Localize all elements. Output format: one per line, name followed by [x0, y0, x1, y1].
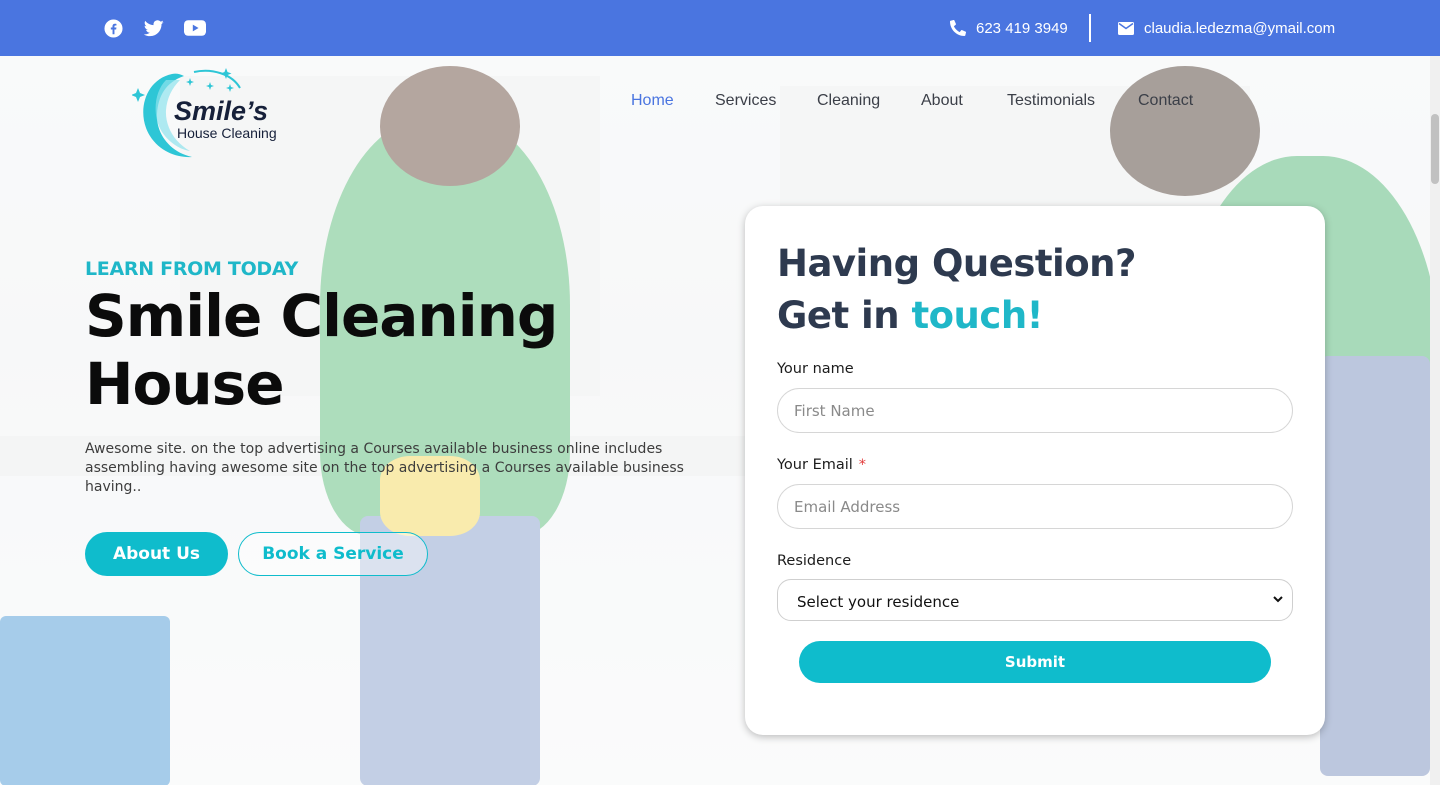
email-contact[interactable]: claudia.ledezma@ymail.com: [1118, 17, 1335, 39]
logo-title: Smile’s: [174, 96, 269, 126]
twitter-icon[interactable]: [143, 17, 165, 39]
form-heading-line1: Having Question?: [777, 242, 1136, 285]
logo-subtitle: House Cleaning: [177, 125, 277, 141]
residence-selected-value: Select your residence: [797, 593, 960, 611]
submit-button[interactable]: Submit: [799, 641, 1271, 683]
first-name-input[interactable]: First Name: [777, 388, 1293, 433]
residence-select[interactable]: Select your residence: [777, 579, 1293, 621]
required-mark: *: [858, 457, 867, 473]
form-heading-line2: Get in touch!: [777, 294, 1044, 337]
nav-contact[interactable]: Contact: [1138, 92, 1193, 110]
hero-description: Awesome site. on the top advertising a C…: [85, 441, 684, 495]
contact-divider: [1089, 14, 1091, 42]
residence-label: Residence: [777, 553, 852, 569]
form-heading-accent: touch!: [911, 294, 1044, 337]
email-address: claudia.ledezma@ymail.com: [1144, 19, 1336, 37]
phone-icon: [950, 20, 966, 36]
first-name-placeholder: First Name: [794, 401, 875, 420]
hero-headline: Smile Cleaning House: [85, 282, 705, 418]
hero-eyebrow: LEARN FROM TODAY: [85, 258, 298, 280]
book-service-button[interactable]: Book a Service: [238, 532, 428, 576]
phone-contact[interactable]: 623 419 3949: [950, 17, 1068, 39]
scroll-thumb[interactable]: [1431, 114, 1439, 184]
hero-headline-line2: House: [85, 350, 285, 418]
contact-form-card: Having Question? Get in touch! Your name…: [745, 206, 1325, 735]
email-label: Your Email *: [777, 457, 866, 473]
nav-testimonials[interactable]: Testimonials: [1007, 92, 1095, 110]
site-logo[interactable]: Smile’s House Cleaning: [132, 66, 292, 161]
nav-about[interactable]: About: [921, 92, 963, 110]
phone-number: 623 419 3949: [976, 19, 1068, 37]
nav-services[interactable]: Services: [715, 92, 776, 110]
youtube-icon[interactable]: [184, 17, 206, 39]
page-scrollbar[interactable]: [1430, 56, 1440, 785]
name-label: Your name: [777, 361, 854, 377]
email-input[interactable]: Email Address: [777, 484, 1293, 529]
hero-headline-line1: Smile Cleaning: [85, 282, 558, 350]
email-placeholder: Email Address: [794, 497, 901, 516]
email-label-text: Your Email: [777, 457, 853, 473]
nav-cleaning[interactable]: Cleaning: [817, 92, 880, 110]
top-bar: 623 419 3949 claudia.ledezma@ymail.com: [0, 0, 1440, 56]
chevron-down-icon: [1273, 596, 1283, 603]
mail-icon: [1118, 21, 1134, 35]
about-us-button[interactable]: About Us: [85, 532, 228, 576]
nav-home[interactable]: Home: [631, 92, 674, 110]
facebook-icon[interactable]: [102, 17, 124, 39]
form-heading-prefix: Get in: [777, 294, 900, 337]
